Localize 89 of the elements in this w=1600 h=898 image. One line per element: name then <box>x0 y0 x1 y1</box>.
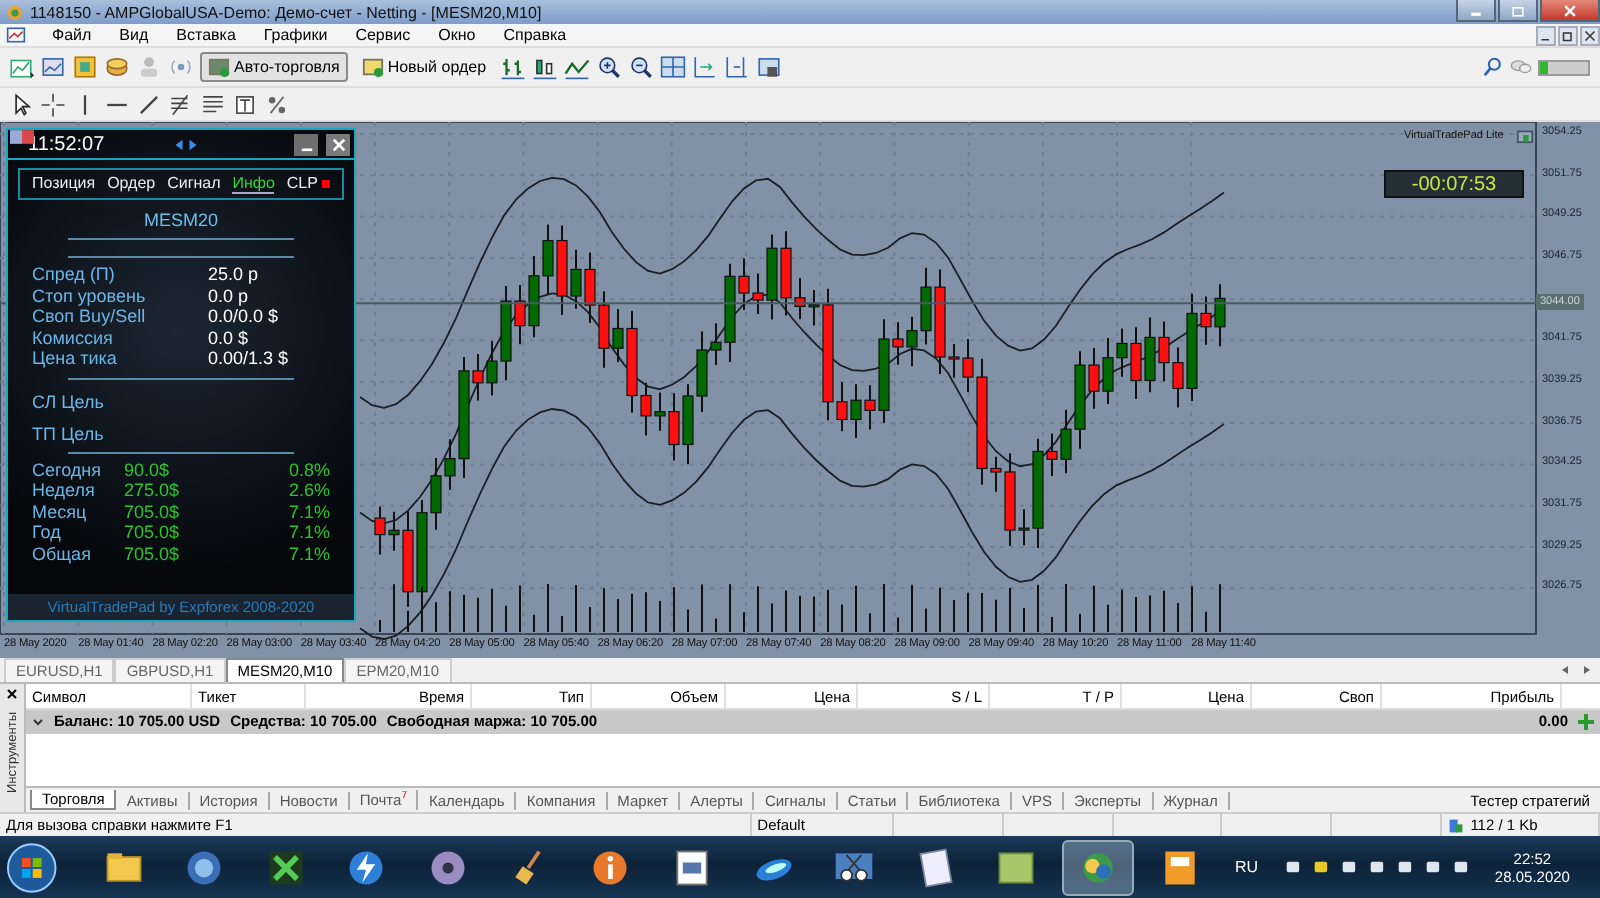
info-value: 25.0 p <box>208 264 261 285</box>
info-value: 0.0 $ <box>208 327 251 348</box>
template-icon[interactable] <box>756 54 783 80</box>
info-value: 0.0/0.0 $ <box>208 306 281 327</box>
profit-amount: 90.0$ <box>124 459 172 480</box>
toolbar-button[interactable]: Авто-торговля <box>200 52 348 82</box>
panel-tab[interactable]: CLP <box>286 174 330 194</box>
toolbox-icon[interactable] <box>1516 126 1534 144</box>
close-icon <box>1562 3 1578 17</box>
close-icon[interactable] <box>6 688 18 700</box>
new-chart-icon[interactable] <box>8 54 34 80</box>
minimize-button[interactable] <box>294 133 318 155</box>
close-button[interactable] <box>1580 25 1600 45</box>
menu-item[interactable]: Сервис <box>341 26 425 44</box>
profit-percent: 2.6% <box>286 480 332 501</box>
info-label: Стоп уровень <box>32 285 148 306</box>
menu-item[interactable]: Справка <box>489 26 581 44</box>
start-button[interactable] <box>6 841 58 893</box>
panel-tab[interactable]: Ордер <box>107 174 156 194</box>
info-label: Комиссия <box>32 327 115 348</box>
period-label: Год <box>32 522 63 543</box>
caret-icon[interactable] <box>32 715 44 728</box>
panel-tab[interactable]: Сигнал <box>167 174 221 194</box>
profit-percent: 7.1% <box>286 522 332 543</box>
line-chart-icon[interactable] <box>564 54 591 80</box>
profit-percent: 7.1% <box>286 501 332 522</box>
maximize-button[interactable] <box>1498 0 1538 22</box>
connection-icon <box>1448 817 1465 833</box>
info-label: Спред (П) <box>32 264 117 285</box>
restore-icon <box>1562 29 1574 41</box>
info-label: Своп Buy/Sell <box>32 306 148 327</box>
restore-button[interactable] <box>1558 25 1578 45</box>
profit-percent: 7.1% <box>286 543 332 564</box>
shapes-icon[interactable] <box>264 91 290 117</box>
chart-shift-icon[interactable] <box>724 54 751 80</box>
panel-tab[interactable]: Позиция <box>31 174 96 194</box>
notepad-icon[interactable] <box>913 845 958 889</box>
menu-item[interactable]: Файл <box>38 26 106 44</box>
market-watch-icon[interactable] <box>72 54 98 80</box>
info-value: 0.00/1.3 $ <box>208 348 291 369</box>
connection-status-icon <box>1538 59 1590 75</box>
period-label: Общая <box>32 543 93 564</box>
target-label: ТП Цель <box>32 423 104 443</box>
app-icon <box>6 3 24 21</box>
profit-amount: 705.0$ <box>124 522 182 543</box>
candles-icon[interactable] <box>532 54 559 80</box>
tile-windows-icon[interactable] <box>660 54 687 80</box>
period-label: Сегодня <box>32 459 103 480</box>
language-indicator[interactable]: RU <box>1235 858 1259 876</box>
text-label-icon[interactable] <box>232 91 258 117</box>
menu-item[interactable]: Вставка <box>162 26 250 44</box>
panel-tab[interactable]: Инфо <box>232 174 275 194</box>
profit-percent: 0.8% <box>286 459 332 480</box>
clock-time: 11:52:07 <box>28 133 105 155</box>
robot-icon <box>208 56 230 78</box>
zoom-out-icon[interactable] <box>628 54 655 80</box>
menu-item[interactable]: Вид <box>105 26 163 44</box>
fibonacci-icon[interactable] <box>168 91 194 117</box>
profit-amount: 705.0$ <box>124 543 182 564</box>
toolbar-button[interactable]: Новый ордер <box>353 52 495 82</box>
arrows-icon[interactable] <box>172 137 201 151</box>
symbol-title: MESM20 <box>143 210 218 230</box>
window-title: 1148150 - AMPGlobalUSA-Demo: Демо-счет - Netting - [MESM20,M10] <box>30 3 542 21</box>
profiles-icon[interactable] <box>40 54 66 80</box>
coins-icon[interactable] <box>104 54 130 80</box>
profit-amount: 275.0$ <box>124 480 182 501</box>
close-icon <box>1584 29 1596 41</box>
lines-icon[interactable] <box>200 91 226 117</box>
info-value: 0.0 p <box>208 285 251 306</box>
crosshair-icon[interactable] <box>40 91 66 117</box>
close-button[interactable] <box>326 133 350 155</box>
order-icon <box>361 56 384 78</box>
period-label: Месяц <box>32 501 89 522</box>
profit-amount: 705.0$ <box>124 501 182 522</box>
period-label: Неделя <box>32 480 97 501</box>
search-icon[interactable] <box>1482 56 1504 78</box>
info-label: Цена тика <box>32 348 119 369</box>
target-label: СЛ Цель <box>32 391 104 411</box>
scroll-left-icon[interactable] <box>1560 664 1572 676</box>
close-icon <box>331 137 345 151</box>
zoom-in-icon[interactable] <box>596 54 623 80</box>
menu-item[interactable]: Графики <box>249 26 342 44</box>
trend-line-icon[interactable] <box>136 91 162 117</box>
scroll-right-icon[interactable] <box>1580 664 1592 676</box>
bar-chart-icon[interactable] <box>500 54 527 80</box>
countdown-timer: -00:07:53 <box>1384 170 1524 198</box>
restore-icon <box>1510 3 1526 17</box>
autoscroll-icon[interactable] <box>692 54 719 80</box>
menu-item[interactable]: Окно <box>424 26 490 44</box>
